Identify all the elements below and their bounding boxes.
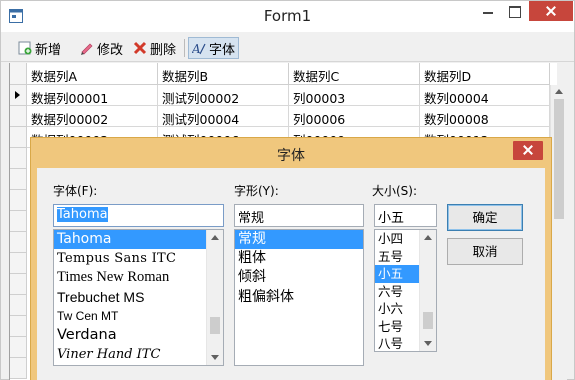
table-row[interactable]: 数据列00002 测试列00004 列00006 数列00008: [10, 106, 558, 127]
dialog-title: 字体: [277, 148, 305, 164]
font-size-label: 大小(S):: [372, 184, 418, 198]
edit-button[interactable]: 修改: [77, 37, 126, 59]
font-style-list-item[interactable]: 粗偏斜体: [235, 288, 363, 307]
font-size-scrollbar[interactable]: [419, 230, 436, 351]
delete-button-label: 删除: [150, 42, 177, 58]
scrollbar-thumb[interactable]: [210, 317, 220, 334]
row-header[interactable]: [10, 232, 27, 253]
font-button[interactable]: A 字体: [188, 37, 240, 59]
font-name-value: Tahoma: [57, 207, 108, 222]
ok-button[interactable]: 确定: [447, 204, 523, 231]
delete-button[interactable]: 删除: [130, 37, 179, 59]
font-list-item[interactable]: Trebuchet MS: [54, 288, 223, 307]
scrollbar-thumb[interactable]: [554, 99, 564, 219]
title-bar: Form1: [1, 1, 574, 32]
row-header[interactable]: [10, 358, 27, 379]
grid-corner: [10, 63, 27, 85]
row-header[interactable]: [10, 253, 27, 274]
scrollbar-thumb[interactable]: [423, 312, 433, 329]
scroll-down-arrow-icon[interactable]: [424, 341, 432, 346]
table-row[interactable]: 数据列00001 测试列00002 列00003 数列00004: [10, 85, 558, 106]
font-list-scrollbar[interactable]: [206, 230, 223, 365]
scroll-down-arrow-icon[interactable]: [211, 355, 219, 360]
row-header[interactable]: [10, 190, 27, 211]
delete-icon: [133, 41, 147, 55]
add-button[interactable]: 新增: [15, 37, 64, 59]
font-style-label: 字形(Y):: [234, 184, 279, 198]
font-list-item[interactable]: Verdana: [54, 326, 223, 345]
font-list-item[interactable]: Tahoma: [54, 230, 223, 250]
row-header[interactable]: [10, 148, 27, 169]
cancel-button[interactable]: 取消: [447, 238, 523, 265]
current-row-arrow-icon: [15, 91, 20, 99]
row-header[interactable]: [10, 169, 27, 190]
font-icon: A: [192, 42, 206, 55]
scroll-up-arrow-icon[interactable]: [555, 89, 563, 94]
table-cell[interactable]: 数列00008: [420, 106, 550, 127]
close-button[interactable]: [529, 1, 573, 21]
font-dialog: 字体 字体(F): 字形(Y): 大小(S): Tahoma 常规 小五 Tah…: [30, 137, 552, 380]
row-header[interactable]: [10, 274, 27, 295]
scroll-up-arrow-icon[interactable]: [211, 235, 219, 240]
table-cell[interactable]: 测试列00004: [158, 106, 289, 127]
font-list-item[interactable]: Viner Hand ITC: [54, 345, 223, 364]
column-header-c[interactable]: 数据列C: [289, 63, 420, 85]
add-button-label: 新增: [35, 42, 62, 58]
table-cell[interactable]: 数据列00002: [27, 106, 158, 127]
column-header-a[interactable]: 数据列A: [27, 63, 158, 85]
font-style-list-item[interactable]: 倾斜: [235, 268, 363, 287]
font-button-label: 字体: [209, 42, 236, 58]
row-header[interactable]: [10, 295, 27, 316]
toolbar-separator: [184, 39, 185, 57]
grid-vertical-scrollbar[interactable]: [550, 85, 567, 380]
row-header[interactable]: [10, 106, 27, 127]
column-header-b[interactable]: 数据列B: [158, 63, 289, 85]
maximize-button[interactable]: [500, 1, 528, 21]
dialog-body: 字体(F): 字形(Y): 大小(S): Tahoma 常规 小五 Tahoma…: [37, 168, 545, 380]
font-size-value: 小五: [378, 211, 405, 226]
font-size-input[interactable]: 小五: [374, 204, 437, 227]
font-style-list-item[interactable]: 常规: [235, 230, 363, 250]
font-name-input[interactable]: Tahoma: [53, 204, 224, 227]
font-list-item[interactable]: Times New Roman: [54, 268, 223, 287]
minimize-button[interactable]: [474, 1, 502, 21]
row-header[interactable]: [10, 211, 27, 232]
font-list[interactable]: Tahoma Tempus Sans ITC Times New Roman T…: [53, 229, 224, 366]
edit-icon: [81, 43, 93, 55]
table-cell[interactable]: 数列00004: [420, 85, 550, 106]
grid-header: 数据列A 数据列B 数据列C 数据列D: [10, 63, 558, 85]
font-label: 字体(F):: [53, 184, 98, 198]
table-cell[interactable]: 测试列00002: [158, 85, 289, 106]
add-icon: [18, 41, 32, 55]
table-cell[interactable]: 列00006: [289, 106, 420, 127]
dialog-title-bar: 字体: [31, 138, 551, 168]
dialog-close-button[interactable]: [513, 141, 543, 160]
font-style-value: 常规: [238, 211, 265, 226]
toolbar: 新增 修改 删除 A 字体: [1, 32, 574, 62]
row-header[interactable]: [10, 85, 27, 106]
row-header[interactable]: [10, 316, 27, 337]
column-header-d[interactable]: 数据列D: [420, 63, 550, 85]
scroll-up-arrow-icon[interactable]: [424, 235, 432, 240]
font-style-list-item[interactable]: 粗体: [235, 249, 363, 268]
font-size-list[interactable]: 小四 五号 小五 六号 小六 七号 八号: [374, 229, 437, 352]
table-cell[interactable]: 数据列00001: [27, 85, 158, 106]
font-style-list[interactable]: 常规 粗体 倾斜 粗偏斜体: [234, 229, 364, 366]
edit-button-label: 修改: [97, 42, 124, 58]
row-header[interactable]: [10, 127, 27, 148]
svg-text:A: A: [192, 42, 201, 55]
row-header[interactable]: [10, 337, 27, 358]
font-list-item[interactable]: Tw Cen MT: [54, 307, 223, 326]
font-list-item[interactable]: Tempus Sans ITC: [54, 249, 223, 268]
font-style-input[interactable]: 常规: [234, 204, 364, 227]
table-cell[interactable]: 列00003: [289, 85, 420, 106]
